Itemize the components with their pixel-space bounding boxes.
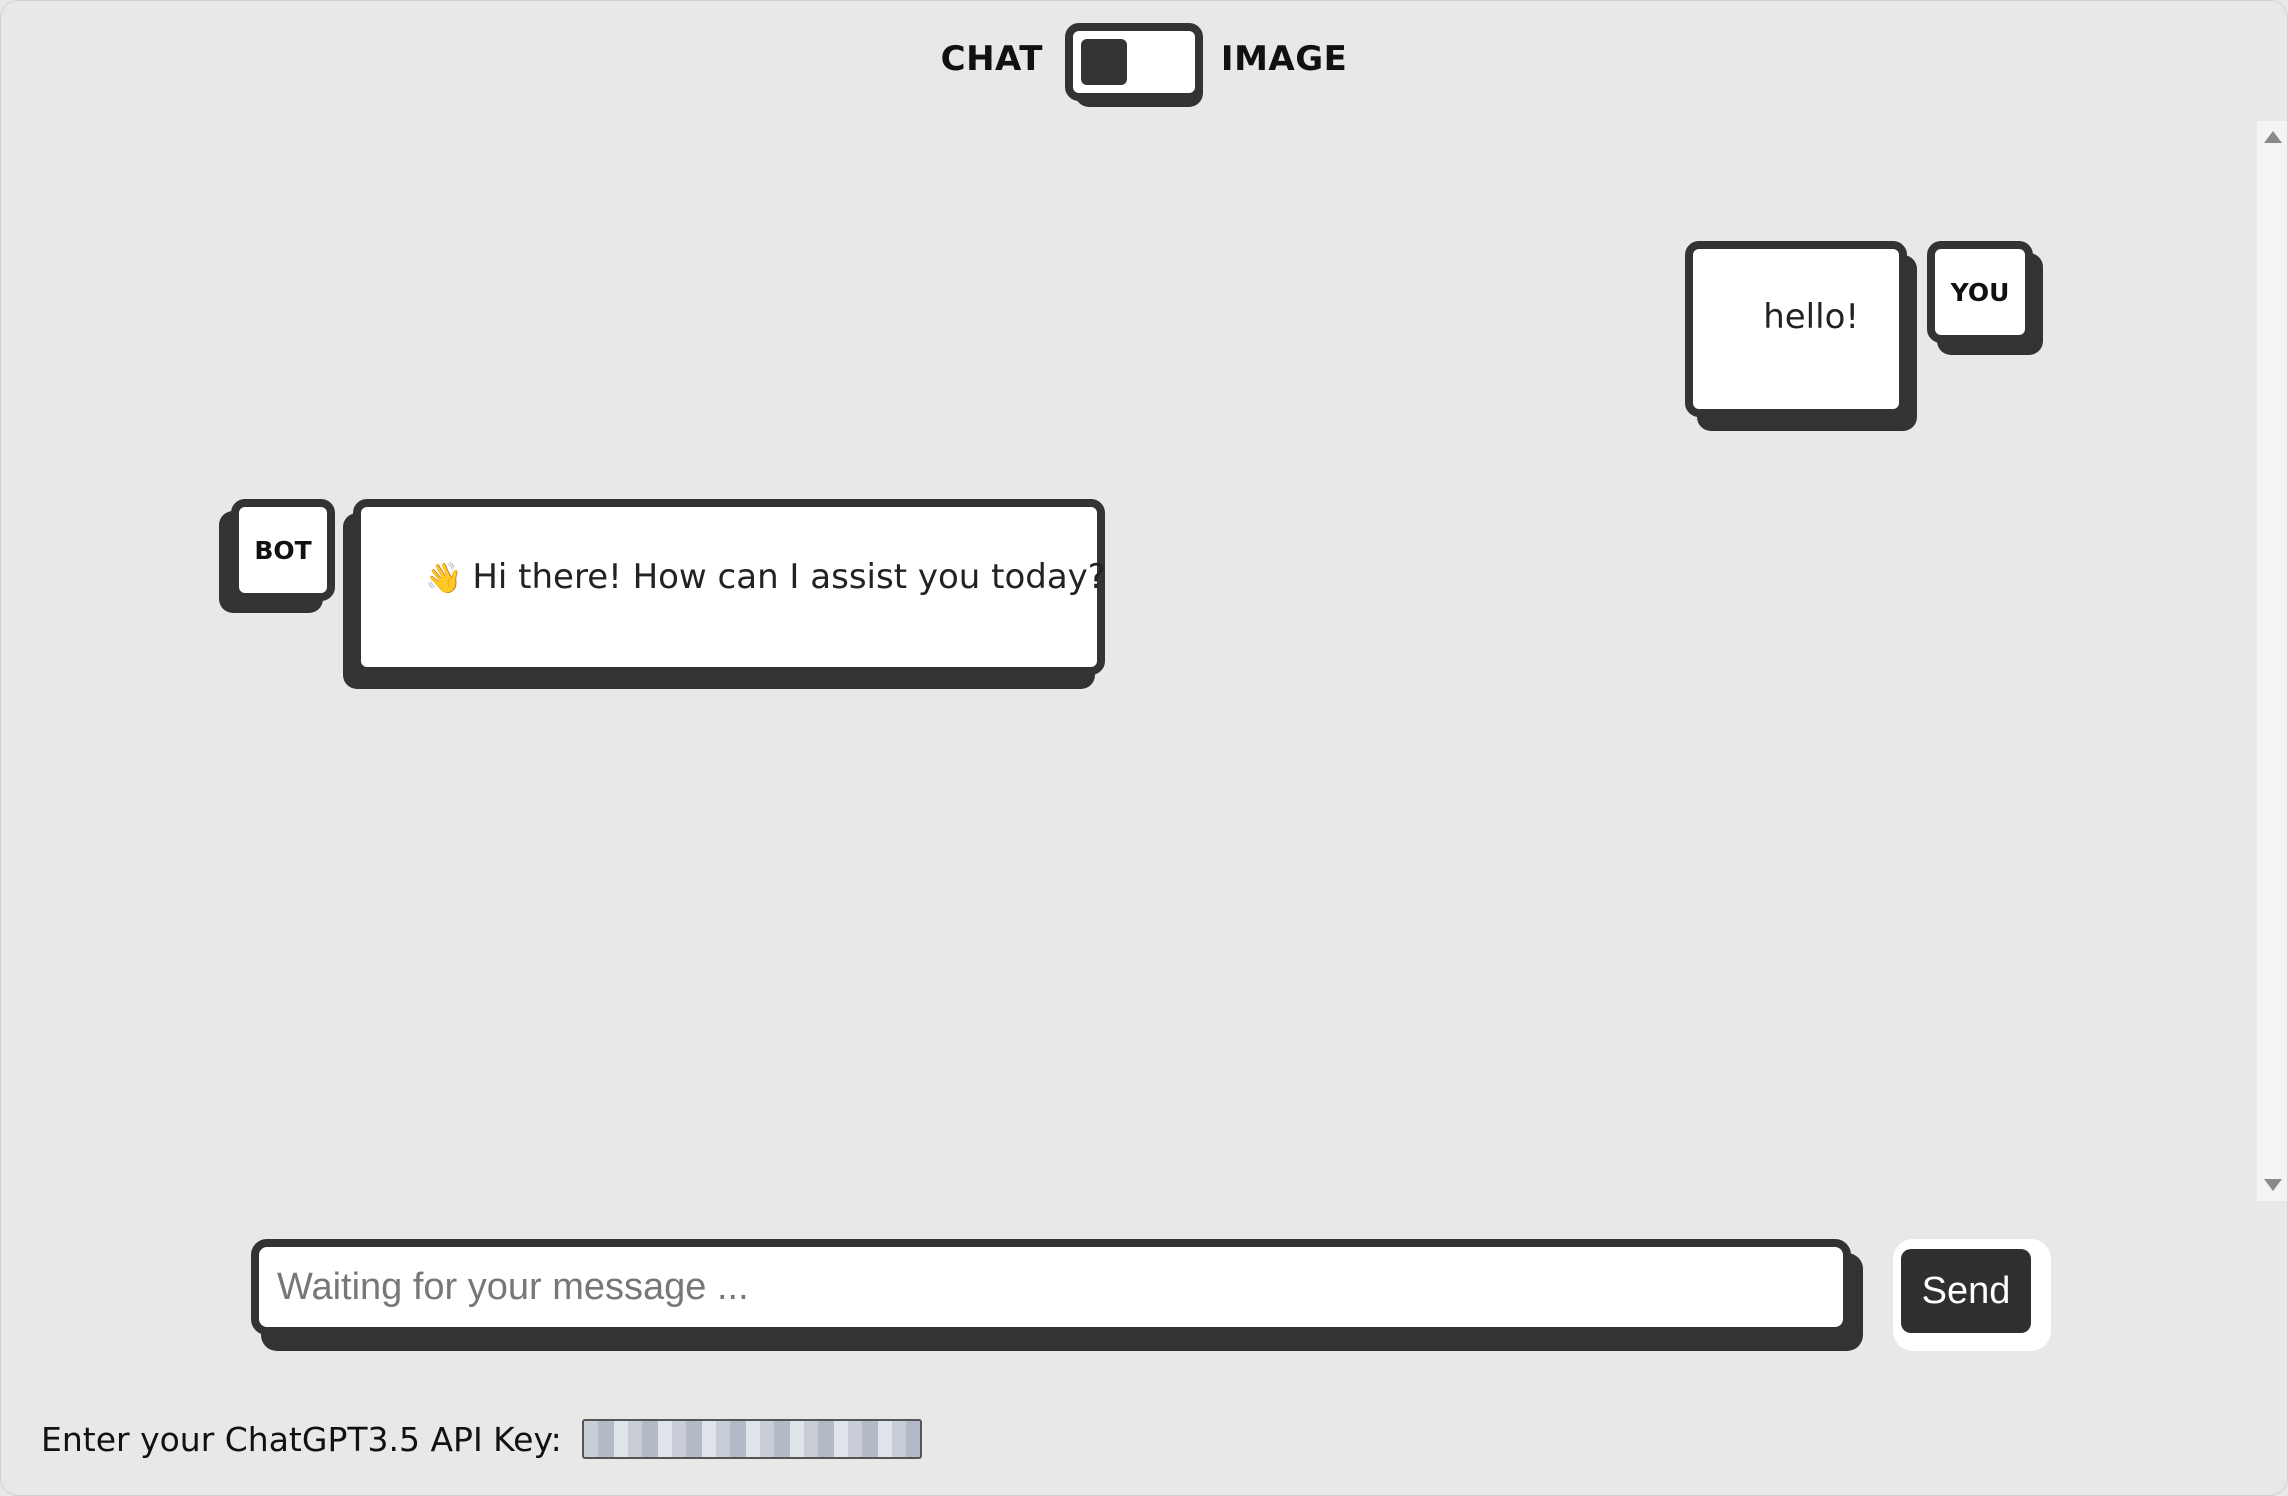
bot-avatar-label: BOT (254, 535, 312, 565)
send-button-frame: Send (1893, 1239, 2051, 1351)
switch-knob[interactable] (1080, 39, 1127, 85)
chat-history[interactable]: hello! YOU BOT 👋 Hi there! How can I assi… (1, 121, 2257, 1201)
scroll-down-icon[interactable] (2264, 1179, 2282, 1191)
api-key-input[interactable] (581, 1419, 922, 1459)
mode-label-chat[interactable]: CHAT (941, 39, 1043, 79)
user-avatar-box: YOU (1927, 241, 2033, 343)
message-composer (251, 1239, 1863, 1351)
api-key-row: Enter your ChatGPT3.5 API Key: (41, 1419, 922, 1459)
mode-label-image[interactable]: IMAGE (1221, 39, 1347, 79)
user-avatar: YOU (1927, 241, 2043, 355)
message-input[interactable] (251, 1239, 1851, 1335)
bot-message-bubble: 👋 Hi there! How can I assist you today? (353, 499, 1106, 675)
app-window: CHAT IMAGE hello! YOU BOT 👋 Hi there! Ho… (0, 0, 2288, 1496)
bot-message: 👋 Hi there! How can I assist you today? (343, 499, 1106, 689)
bot-message-content: 👋 Hi there! How can I assist you today? (425, 557, 1106, 597)
user-avatar-label: YOU (1950, 277, 2010, 307)
mode-switch[interactable] (1064, 23, 1203, 107)
user-message-text: hello! (1763, 297, 1859, 337)
mode-toggle: CHAT IMAGE (1, 23, 2287, 107)
bot-avatar-box: BOT (231, 499, 335, 601)
user-message-bubble: hello! (1685, 241, 1907, 417)
scroll-up-icon[interactable] (2264, 131, 2282, 143)
api-key-label: Enter your ChatGPT3.5 API Key: (41, 1419, 562, 1459)
send-button[interactable]: Send (1901, 1249, 2031, 1333)
bot-avatar: BOT (219, 499, 335, 613)
user-message: hello! (1685, 241, 1917, 431)
chat-scrollbar[interactable] (2257, 121, 2287, 1201)
bot-message-text: Hi there! How can I assist you today? (472, 557, 1106, 597)
waving-hand-icon: 👋 (425, 561, 463, 596)
